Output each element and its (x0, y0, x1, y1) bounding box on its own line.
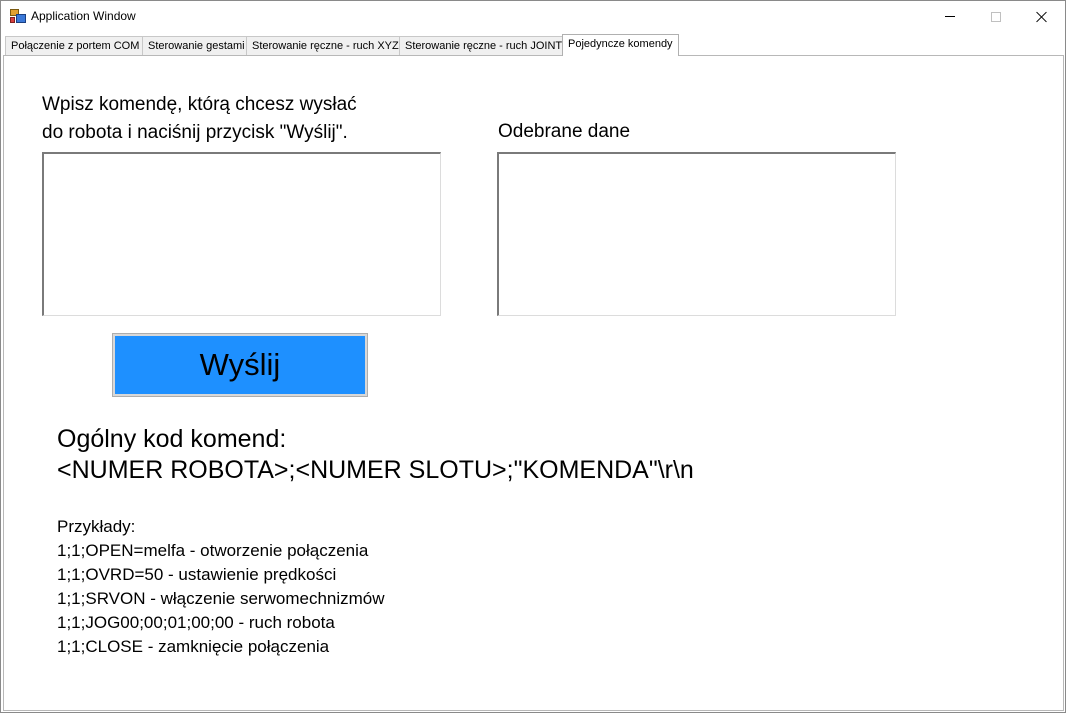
title-bar[interactable]: Application Window (1, 1, 1065, 32)
send-button[interactable]: Wyślij (112, 333, 368, 397)
code-title: Ogólny kod komend: (57, 425, 287, 453)
example-line: 1;1;JOG00;00;01;00;00 - ruch robota (57, 613, 335, 632)
app-icon (10, 9, 26, 23)
close-button[interactable] (1019, 1, 1065, 32)
examples-block: Przykłady: 1;1;OPEN=melfa - otworzenie p… (57, 515, 385, 659)
close-icon (1036, 11, 1048, 23)
example-line: 1;1;SRVON - włączenie serwomechnizmów (57, 589, 385, 608)
maximize-button[interactable] (973, 1, 1019, 32)
tab-com-port[interactable]: Połączenie z portem COM (5, 36, 146, 56)
example-line: 1;1;OVRD=50 - ustawienie prędkości (57, 565, 337, 584)
tab-single-commands[interactable]: Pojedyncze komendy (562, 34, 679, 56)
tab-gesture-control[interactable]: Sterowanie gestami (142, 36, 251, 56)
example-line: 1;1;CLOSE - zamknięcie połączenia (57, 637, 330, 656)
tab-manual-xyz[interactable]: Sterowanie ręczne - ruch XYZ (246, 36, 405, 56)
application-window: Application Window Połączenie z portem C… (0, 0, 1066, 713)
received-data-label: Odebrane dane (498, 121, 631, 142)
example-line: 1;1;OPEN=melfa - otworzenie połączenia (57, 541, 369, 560)
code-format: <NUMER ROBOTA>;<NUMER SLOTU>;"KOMENDA"\r… (57, 456, 694, 484)
command-input[interactable] (42, 152, 441, 316)
received-data-output[interactable] (497, 152, 896, 316)
command-prompt-label: Wpisz komendę, którą chcesz wysłać do ro… (42, 94, 357, 143)
maximize-icon (991, 11, 1001, 22)
minimize-button[interactable] (927, 1, 973, 32)
tab-strip: Połączenie z portem COM Sterowanie gesta… (3, 34, 1063, 56)
tab-manual-joint[interactable]: Sterowanie ręczne - ruch JOINT (399, 36, 569, 56)
examples-title: Przykłady: (57, 517, 136, 536)
minimize-icon (945, 16, 955, 17)
window-title: Application Window (31, 9, 136, 23)
